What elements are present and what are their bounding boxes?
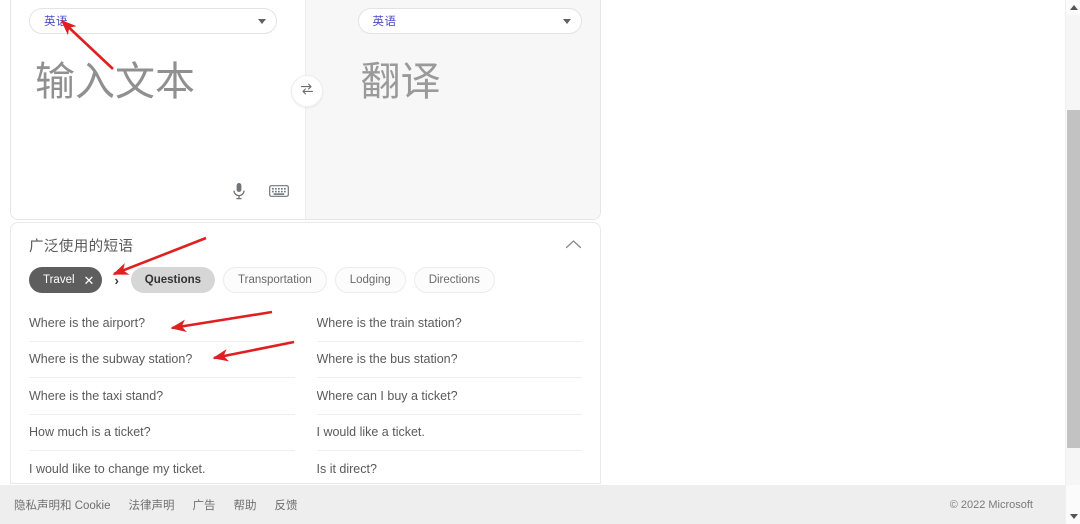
- phrase-item[interactable]: Where is the train station?: [316, 305, 582, 342]
- source-pane-tools: [229, 181, 289, 201]
- chip-questions-label: Questions: [144, 274, 202, 286]
- chip-travel-label: Travel: [43, 274, 75, 286]
- chip-separator: ›: [114, 272, 119, 288]
- phrase-item[interactable]: Where is the subway station?: [29, 342, 295, 378]
- keyboard-icon[interactable]: [268, 181, 289, 201]
- chip-directions-label: Directions: [428, 274, 480, 286]
- footer-copyright: © 2022 Microsoft: [949, 498, 1033, 511]
- footer-link-privacy[interactable]: 隐私声明和 Cookie: [14, 497, 111, 513]
- page-footer: 隐私声明和 Cookie 法律声明 广告 帮助 反馈 © 2022 Micros…: [0, 485, 1065, 524]
- phrase-item[interactable]: Where is the bus station?: [316, 342, 582, 378]
- close-icon[interactable]: ✕: [84, 274, 95, 287]
- chip-transportation[interactable]: Transportation: [223, 267, 327, 293]
- chip-travel[interactable]: Travel ✕: [29, 267, 103, 293]
- target-pane: 英语 翻译: [305, 0, 600, 219]
- chip-questions[interactable]: Questions: [130, 267, 216, 293]
- phrase-item[interactable]: I would like to change my ticket.: [29, 451, 295, 483]
- scrollbar-track-lower[interactable]: [1066, 448, 1080, 485]
- chip-transportation-label: Transportation: [238, 274, 312, 286]
- footer-links: 隐私声明和 Cookie 法律声明 广告 帮助 反馈: [14, 497, 298, 513]
- microphone-icon[interactable]: [229, 181, 249, 201]
- phrase-item[interactable]: I would like a ticket.: [316, 415, 582, 451]
- source-language-selector[interactable]: 英语: [29, 8, 277, 34]
- target-text-placeholder: 翻译: [360, 60, 441, 104]
- chevron-up-icon: [565, 237, 582, 255]
- source-language-label: 英语: [44, 16, 68, 28]
- phrase-item[interactable]: Where can I buy a ticket?: [316, 378, 582, 415]
- translator-card: 英语 输入文本 英语 翻译: [10, 0, 601, 220]
- phrases-header: 广泛使用的短语: [11, 223, 600, 258]
- scroll-down-triangle: [1069, 514, 1078, 519]
- footer-link-help[interactable]: 帮助: [234, 497, 257, 513]
- swap-languages-button[interactable]: [291, 75, 323, 107]
- chevron-down-icon: [562, 18, 571, 24]
- footer-link-legal[interactable]: 法律声明: [129, 497, 175, 513]
- scrollbar-thumb[interactable]: [1067, 110, 1080, 448]
- chip-lodging-label: Lodging: [349, 274, 391, 286]
- collapse-phrases-button[interactable]: [560, 233, 586, 259]
- source-text-placeholder[interactable]: 输入文本: [35, 58, 195, 106]
- footer-link-ads[interactable]: 广告: [193, 497, 216, 513]
- translator-page: 英语 输入文本 英语 翻译 广泛使用的短语 Travel ✕ › Questio…: [0, 0, 1080, 524]
- phrase-item[interactable]: Where is the airport?: [29, 305, 295, 342]
- phrase-item[interactable]: How much is a ticket?: [29, 415, 295, 451]
- scrollbar-track-upper[interactable]: [1066, 15, 1080, 110]
- scroll-up-triangle: [1069, 5, 1078, 10]
- phrase-list: Where is the airport? Where is the train…: [11, 305, 600, 483]
- target-language-selector[interactable]: 英语: [357, 8, 582, 34]
- phrase-category-chips: Travel ✕ › Questions Transportation Lodg…: [11, 258, 600, 293]
- swap-arrows-icon: [299, 81, 315, 102]
- scroll-down-arrow-icon[interactable]: [1066, 509, 1080, 524]
- common-phrases-card: 广泛使用的短语 Travel ✕ › Questions Transportat…: [10, 222, 601, 484]
- chevron-down-icon: [258, 18, 266, 24]
- target-language-label: 英语: [372, 16, 397, 28]
- phrase-item[interactable]: Is it direct?: [317, 451, 583, 483]
- chip-lodging[interactable]: Lodging: [334, 267, 406, 293]
- chip-directions[interactable]: Directions: [413, 267, 495, 293]
- page-scrollbar[interactable]: [1065, 0, 1080, 524]
- scroll-up-arrow-icon[interactable]: [1066, 0, 1080, 15]
- source-pane: 英语 输入文本: [11, 0, 306, 219]
- phrases-title: 广泛使用的短语: [29, 239, 134, 255]
- phrase-item[interactable]: Where is the taxi stand?: [29, 378, 295, 415]
- footer-link-feedback[interactable]: 反馈: [275, 497, 298, 513]
